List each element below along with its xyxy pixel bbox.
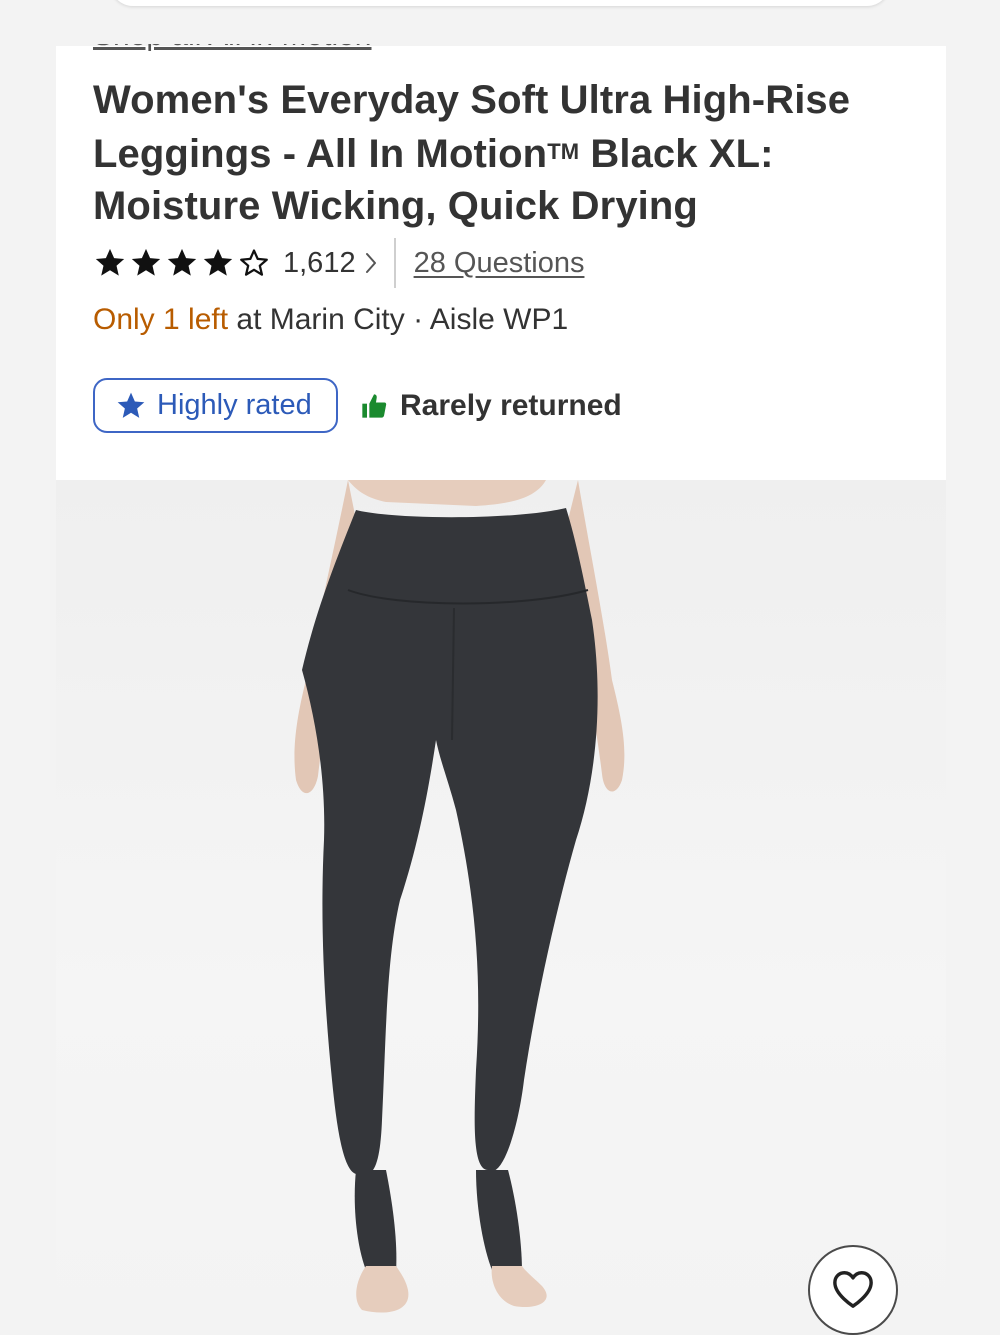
divider: [393, 238, 396, 288]
heart-icon: [830, 1267, 876, 1314]
star-full-icon: [201, 246, 235, 280]
star-full-icon: [165, 246, 199, 280]
trademark-symbol: TM: [547, 139, 580, 164]
product-image[interactable]: [56, 480, 946, 1333]
star-icon: [115, 390, 147, 422]
rating-row: 1,612 28 Questions: [93, 238, 584, 288]
star-full-icon: [129, 246, 163, 280]
chevron-right-icon[interactable]: [364, 251, 378, 275]
star-full-icon: [93, 246, 127, 280]
highly-rated-label: Highly rated: [157, 389, 312, 421]
questions-link[interactable]: 28 Questions: [414, 247, 585, 280]
rarely-returned-badge[interactable]: Rarely returned: [360, 389, 622, 423]
store-location[interactable]: at Marin City · Aisle WP1: [228, 303, 568, 336]
star-outline-icon: [237, 246, 271, 280]
rarely-returned-label: Rarely returned: [400, 388, 622, 422]
card-header-edge: [56, 44, 946, 54]
product-photo-leggings: [294, 480, 625, 1313]
highly-rated-badge[interactable]: Highly rated: [93, 378, 338, 433]
title-line-2: Leggings - All In Motion: [93, 132, 548, 176]
review-count[interactable]: 1,612: [283, 247, 356, 280]
product-title: Women's Everyday Soft Ultra High-Rise Leg…: [93, 74, 923, 232]
badges-row: Highly rated Rarely returned: [93, 378, 622, 433]
stock-availability: Only 1 left at Marin City · Aisle WP1: [93, 298, 568, 342]
title-line-2-suffix: Black XL:: [579, 132, 774, 176]
stock-count: Only 1 left: [93, 303, 229, 336]
favorite-button[interactable]: [808, 1245, 898, 1335]
title-line-3: Moisture Wicking, Quick Drying: [93, 184, 698, 228]
star-rating[interactable]: [93, 246, 271, 280]
title-line-1: Women's Everyday Soft Ultra High-Rise: [93, 78, 851, 122]
thumbs-up-icon: [360, 392, 388, 420]
search-bar[interactable]: [110, 0, 890, 6]
